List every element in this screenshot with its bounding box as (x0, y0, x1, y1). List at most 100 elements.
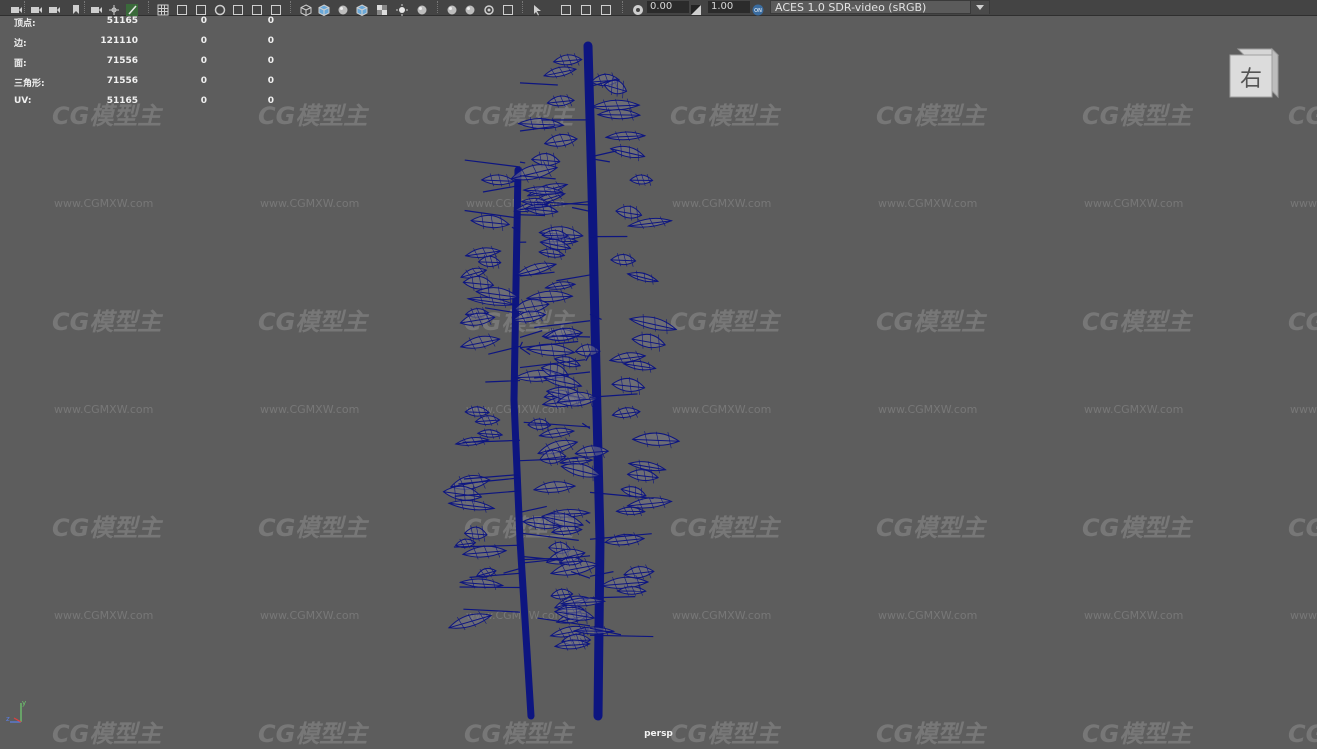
image-plane-icon[interactable] (90, 1, 102, 13)
safe-title-icon[interactable] (270, 1, 282, 13)
hud-label: 面: (14, 56, 27, 69)
camera-icon[interactable] (10, 1, 22, 13)
watermark-url: www.CGMXW.com (260, 197, 359, 210)
toolbar-separator (84, 1, 87, 13)
smooth-shade-icon[interactable] (318, 1, 330, 13)
film-gate-icon[interactable] (176, 1, 188, 13)
hud-value: 51165 (107, 16, 138, 26)
wireframe-icon[interactable] (300, 1, 312, 13)
grid-icon[interactable] (157, 1, 169, 13)
isolate-select-icon[interactable] (532, 1, 544, 13)
toolbar-separator (148, 1, 151, 13)
watermark-url: www.CGMXW.com (54, 403, 153, 416)
watermark-logo: CG模型主 (1288, 96, 1317, 131)
hud-value: 0 (201, 36, 207, 46)
branch-line (460, 587, 520, 588)
branch-leaf (609, 142, 646, 162)
color-space-dropdown[interactable]: ACES 1.0 SDR-video (sRGB) (770, 0, 990, 14)
viewcube[interactable]: 右 (1228, 47, 1280, 103)
camera-lock-icon[interactable] (30, 1, 42, 13)
toolbar-separator (290, 1, 293, 13)
branch-leaf (628, 311, 678, 336)
watermark-url: www.CGMXW.com (1290, 197, 1317, 210)
textured-icon[interactable] (376, 1, 388, 13)
watermark-logo: CG模型主 (258, 302, 367, 337)
exposure-icon[interactable] (690, 1, 702, 13)
hud-value: 0 (201, 16, 207, 26)
watermark-url: www.CGMXW.com (1084, 403, 1183, 416)
branch-leaf (481, 173, 514, 187)
gate-mask-icon[interactable] (214, 1, 226, 13)
grease-pencil-icon[interactable] (126, 1, 138, 13)
branch-leaf (447, 608, 493, 634)
branch-line (520, 342, 522, 347)
chevron-down-icon[interactable] (970, 1, 989, 14)
hud-row: 顶点:5116500 (14, 16, 274, 28)
branch-line (504, 569, 520, 574)
xray-active-icon[interactable] (600, 1, 612, 13)
hud-label: 三角形: (14, 76, 45, 89)
anti-aliasing-icon[interactable] (483, 1, 495, 13)
use-lights-icon[interactable] (396, 1, 408, 13)
field-chart-icon[interactable] (232, 1, 244, 13)
hud-value: 0 (201, 76, 207, 86)
camera-attrs-icon[interactable] (48, 1, 60, 13)
watermark-url: www.CGMXW.com (1290, 609, 1317, 622)
toolbar-separator (622, 1, 625, 13)
branch-line (465, 160, 520, 167)
shadows-icon[interactable] (416, 1, 428, 13)
hud-label: 顶点: (14, 16, 36, 29)
bookmark-icon[interactable] (70, 1, 82, 13)
branch-line (520, 162, 525, 163)
branch-leaf (626, 269, 659, 286)
shaded-wireframe-icon[interactable] (356, 1, 368, 13)
branch-line (463, 609, 520, 612)
y-axis-label: y (22, 699, 26, 707)
hud-value: 51165 (107, 96, 138, 106)
hud-value: 0 (268, 76, 274, 86)
hud-value: 71556 (107, 76, 138, 86)
branch-line (520, 506, 547, 512)
watermark-url: www.CGMXW.com (878, 609, 977, 622)
gamma-icon[interactable]: ON (752, 1, 764, 13)
watermark-url: www.CGMXW.com (1290, 403, 1317, 416)
watermark-logo: CG模型主 (1082, 302, 1191, 337)
exposure-field[interactable]: 0.00 (647, 1, 689, 13)
watermark-logo: CG模型主 (1288, 508, 1317, 543)
toolbar-separator (24, 1, 27, 13)
viewport-toolbar: ON 0.00 1.00 ACES 1.0 SDR-video (sRGB) (0, 0, 1317, 16)
hud-label: UV: (14, 96, 31, 106)
branch-leaf (604, 531, 644, 548)
branch-leaf (460, 576, 503, 590)
branch-leaf (632, 431, 679, 449)
gamma-field[interactable]: 1.00 (708, 1, 750, 13)
screen-space-ao-icon[interactable] (446, 1, 458, 13)
watermark-logo: CG模型主 (1082, 508, 1191, 543)
color-space-label: ACES 1.0 SDR-video (sRGB) (775, 1, 926, 14)
tree-wireframe-scene[interactable] (440, 40, 700, 730)
default-material-icon[interactable] (337, 1, 349, 13)
hud-value: 0 (268, 56, 274, 66)
hud-row: 面:7155600 (14, 56, 274, 68)
safe-action-icon[interactable] (251, 1, 263, 13)
resolution-gate-icon[interactable] (195, 1, 207, 13)
branch-leaf (459, 332, 501, 353)
depth-of-field-icon[interactable] (502, 1, 514, 13)
xray-icon[interactable] (560, 1, 572, 13)
branch-line (520, 331, 542, 338)
branch-leaf (518, 117, 563, 132)
toolbar-separator (437, 1, 440, 13)
svg-text:ON: ON (754, 8, 762, 14)
backface-culling-icon[interactable] (632, 1, 644, 13)
watermark-logo: CG模型主 (258, 96, 367, 131)
branch-line (586, 520, 590, 523)
2d-pan-icon[interactable] (108, 1, 120, 13)
branch-leaf (612, 405, 641, 421)
branch-line (534, 321, 590, 328)
watermark-logo: CG模型主 (876, 96, 985, 131)
branch-line (520, 215, 545, 216)
motion-blur-icon[interactable] (464, 1, 476, 13)
xray-joints-icon[interactable] (580, 1, 592, 13)
watermark-url: www.CGMXW.com (260, 609, 359, 622)
branch-leaf (611, 375, 645, 395)
